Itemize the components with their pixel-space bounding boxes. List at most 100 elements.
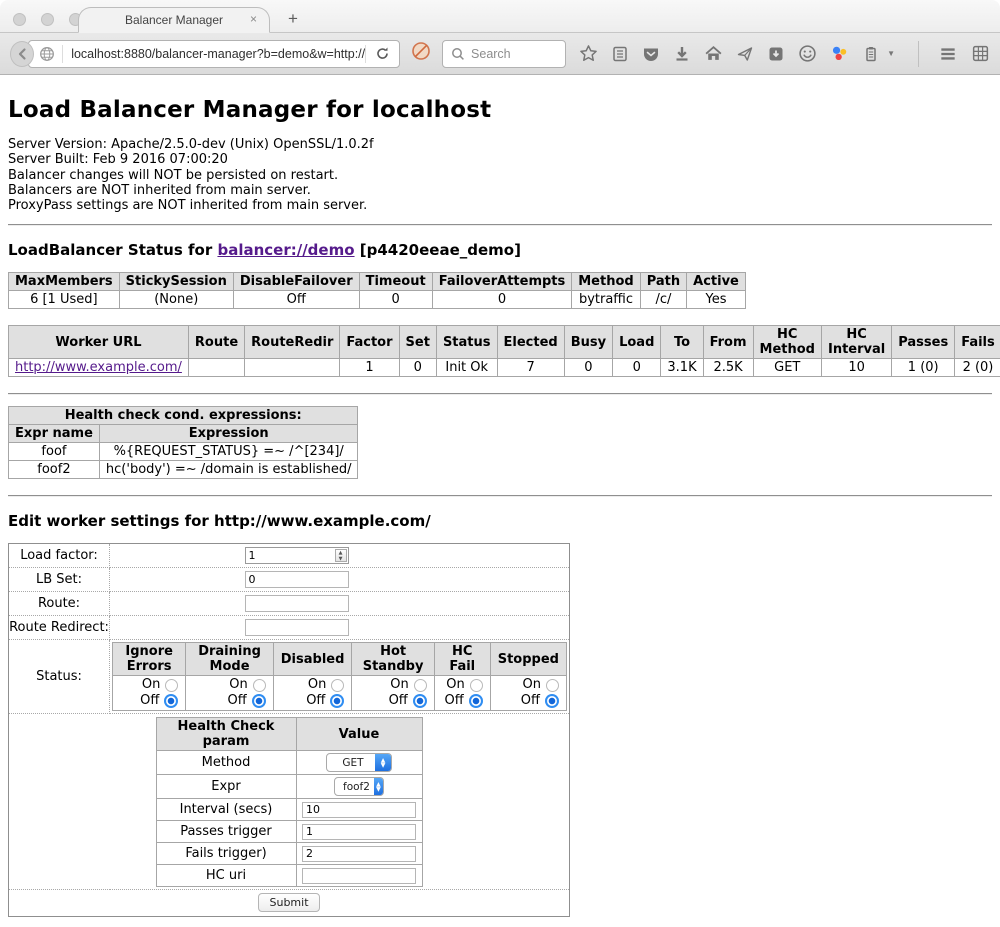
pocket-icon[interactable]: [642, 45, 660, 63]
radio-draining-mode-off[interactable]: [252, 694, 266, 708]
fails-trigger-input[interactable]: [302, 846, 416, 862]
route-input[interactable]: [245, 595, 349, 612]
form-row-submit: Submit: [9, 890, 570, 917]
back-button[interactable]: [10, 41, 34, 67]
cell-routeredir: [245, 359, 340, 377]
column-header: StickySession: [119, 273, 233, 291]
cell-maxmembers: 6 [1 Used]: [9, 291, 120, 309]
send-tab-icon[interactable]: [736, 45, 754, 63]
cell-busy: 0: [564, 359, 612, 377]
radio-label: Off: [521, 693, 540, 709]
form-row-hc-params: Health Check param Value Method GET▲▼ Ex…: [9, 714, 570, 890]
tab-close-icon[interactable]: ×: [250, 13, 257, 25]
hc-param-label: Expr: [156, 775, 296, 799]
radio-hot-standby-on[interactable]: [414, 679, 427, 692]
balancer-link[interactable]: balancer://demo: [217, 241, 354, 259]
radio-hot-standby-off[interactable]: [413, 694, 427, 708]
hc-row-hc-uri: HC uri: [156, 865, 422, 887]
cell-failoverattempts: 0: [432, 291, 572, 309]
selected-value: foof2: [335, 781, 374, 793]
feedback-smiley-icon[interactable]: [798, 44, 817, 63]
tab-bar: Balancer Manager × +: [0, 0, 1000, 33]
back-arrow-icon: [15, 47, 29, 61]
radio-stopped-off[interactable]: [545, 694, 559, 708]
bookmark-star-icon[interactable]: [579, 44, 598, 63]
radio-ignore-errors-off[interactable]: [164, 694, 178, 708]
close-window-button[interactable]: [13, 13, 26, 26]
edit-worker-form: Load factor: ▲▼ LB Set: Route: Route Red…: [8, 543, 570, 917]
select-stepper-icon: ▲▼: [375, 754, 391, 771]
number-spinner-icon[interactable]: ▲▼: [335, 549, 347, 562]
cell-load: 0: [613, 359, 661, 377]
field-label: Status:: [9, 640, 110, 714]
cell-timeout: 0: [359, 291, 432, 309]
adblock-ban-icon[interactable]: [411, 41, 431, 66]
expr-select[interactable]: foof2▲▼: [334, 777, 384, 796]
menu-hamburger-icon[interactable]: [938, 44, 958, 64]
save-to-device-icon[interactable]: [767, 45, 785, 63]
form-row-route-redirect: Route Redirect:: [9, 616, 570, 640]
divider: [8, 495, 992, 497]
tab-balancer-manager[interactable]: Balancer Manager ×: [78, 7, 270, 33]
home-icon[interactable]: [704, 44, 723, 63]
url-text[interactable]: localhost:8880/balancer-manager?b=demo&w…: [63, 47, 365, 61]
form-row-lb-set: LB Set:: [9, 568, 570, 592]
hc-row-passes: Passes trigger: [156, 821, 422, 843]
radio-label: Off: [140, 693, 159, 709]
hc-row-fails: Fails trigger): [156, 843, 422, 865]
route-redirect-input[interactable]: [245, 619, 349, 636]
column-header: HC Method: [753, 326, 821, 359]
submit-button[interactable]: Submit: [258, 893, 319, 912]
tab-grid-icon[interactable]: [971, 44, 990, 63]
column-header: Expression: [99, 425, 358, 443]
hc-param-label: Method: [156, 751, 296, 775]
minimize-window-button[interactable]: [41, 13, 54, 26]
column-header: Active: [687, 273, 746, 291]
column-header: Method: [572, 273, 640, 291]
radio-label: On: [229, 677, 247, 693]
new-tab-button[interactable]: +: [288, 9, 298, 29]
load-factor-input[interactable]: [245, 547, 349, 564]
radio-disabled-on[interactable]: [331, 679, 344, 692]
cell-stickysession: (None): [119, 291, 233, 309]
radio-disabled-off[interactable]: [330, 694, 344, 708]
lb-set-input[interactable]: [245, 571, 349, 588]
cell-worker-url: http://www.example.com/: [9, 359, 189, 377]
form-row-route: Route:: [9, 592, 570, 616]
search-magnifier-icon: [451, 47, 465, 61]
extension-dots-icon[interactable]: [830, 44, 849, 63]
radio-hc-fail-off[interactable]: [469, 694, 483, 708]
interval-input[interactable]: [302, 802, 416, 818]
reload-icon[interactable]: [375, 46, 390, 61]
worker-url-link[interactable]: http://www.example.com/: [15, 360, 182, 375]
downloads-icon[interactable]: [673, 45, 691, 63]
url-bar[interactable]: localhost:8880/balancer-manager?b=demo&w…: [28, 40, 400, 68]
column-header: Passes: [892, 326, 955, 359]
site-identity-globe-icon[interactable]: [39, 46, 55, 62]
dropdown-caret-icon[interactable]: ▼: [887, 49, 895, 58]
column-header: Expr name: [9, 425, 100, 443]
column-header: FailoverAttempts: [432, 273, 572, 291]
cell-expr-name: foof2: [9, 461, 100, 479]
radio-label: Off: [389, 693, 408, 709]
page-title: Load Balancer Manager for localhost: [8, 97, 992, 123]
window-controls: [13, 13, 82, 26]
radio-label: On: [390, 677, 408, 693]
radio-stopped-on[interactable]: [546, 679, 559, 692]
radio-ignore-errors-on[interactable]: [165, 679, 178, 692]
urlbar-divider: [365, 45, 366, 63]
radio-hc-fail-on[interactable]: [470, 679, 483, 692]
cell-to: 3.1K: [661, 359, 703, 377]
clipboard-extension-icon[interactable]: [862, 45, 880, 63]
worker-row: http://www.example.com/ 1 0 Init Ok 7 0 …: [9, 359, 1000, 377]
field-label: LB Set:: [9, 568, 110, 592]
hc-uri-input[interactable]: [302, 868, 416, 884]
reading-list-icon[interactable]: [611, 45, 629, 63]
method-select[interactable]: GET▲▼: [326, 753, 392, 772]
cell-status: Init Ok: [436, 359, 497, 377]
search-bar[interactable]: Search: [442, 40, 566, 68]
column-header: Set: [399, 326, 436, 359]
passes-trigger-input[interactable]: [302, 824, 416, 840]
radio-draining-mode-on[interactable]: [253, 679, 266, 692]
status-cell-ignore-errors: On Off: [113, 676, 186, 711]
